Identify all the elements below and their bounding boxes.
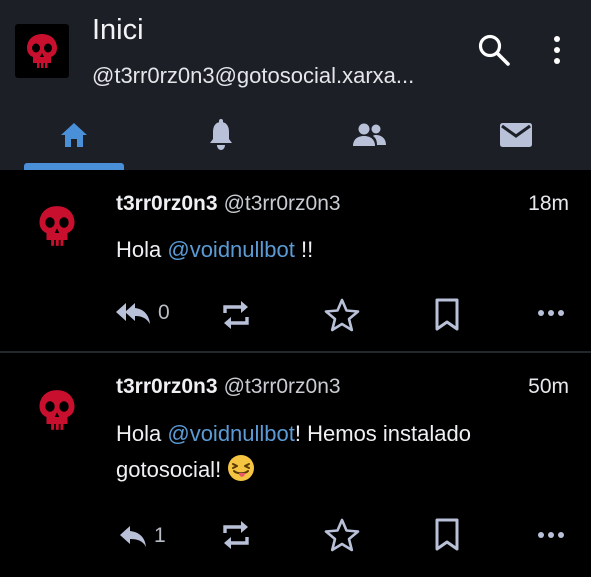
mention-link[interactable]: @voidnullbot (167, 421, 295, 446)
post-author[interactable]: t3rr0rz0n3 @t3rr0rz0n3 (116, 192, 341, 216)
post-text: !! (294, 237, 314, 262)
post-more-button[interactable] (537, 530, 565, 540)
tab-messages[interactable] (466, 100, 566, 170)
page-title: Inici (92, 14, 144, 46)
display-name: t3rr0rz0n3 (116, 192, 218, 215)
boost-button[interactable] (219, 298, 253, 332)
tab-home[interactable] (24, 100, 124, 170)
tab-notifications[interactable] (171, 100, 271, 170)
reply-count: 1 (154, 524, 166, 547)
post-more-button[interactable] (537, 308, 565, 318)
post-avatar[interactable] (35, 204, 79, 248)
favourite-button[interactable] (324, 298, 360, 332)
account-handle: @t3rr0rz0n3 (223, 192, 341, 215)
post-text: Hola (116, 237, 168, 262)
reply-button[interactable]: 1 (118, 524, 166, 548)
reply-all-icon (116, 303, 150, 324)
bookmark-icon (435, 518, 459, 551)
status-post[interactable]: t3rr0rz0n3 @t3rr0rz0n3 50m Hola @voidnull… (0, 353, 591, 577)
active-tab-indicator (24, 163, 124, 170)
reply-icon (120, 526, 146, 547)
reply-button[interactable]: 0 (114, 300, 170, 326)
more-options-button[interactable] (540, 30, 574, 70)
account-handle: @t3rr0rz0n3@gotosocial.xarxa... (92, 63, 415, 88)
favourite-button[interactable] (324, 518, 360, 552)
mention-link[interactable]: @voidnullbot (167, 237, 295, 262)
boost-button[interactable] (219, 518, 253, 552)
star-icon (324, 298, 360, 332)
star-icon (324, 518, 360, 552)
post-avatar[interactable] (35, 388, 79, 432)
boost-icon (223, 301, 249, 329)
skull-icon (27, 34, 57, 68)
tongue-out-emoji-icon (228, 455, 255, 481)
people-icon (353, 123, 386, 146)
search-button[interactable] (472, 30, 516, 70)
account-handle: @t3rr0rz0n3 (223, 375, 341, 398)
reply-count: 0 (158, 301, 170, 324)
boost-icon (223, 521, 249, 549)
tab-people[interactable] (319, 100, 419, 170)
horizontal-dots-icon (538, 310, 564, 316)
skull-icon (39, 206, 75, 246)
mail-icon (500, 123, 532, 147)
search-icon (478, 34, 510, 66)
bookmark-button[interactable] (433, 518, 461, 552)
post-content: Hola @voidnullbot !! (116, 232, 556, 268)
top-bar: Inici @t3rr0rz0n3@gotosocial.xarxa... (0, 0, 591, 170)
vertical-dots-icon (554, 36, 560, 64)
post-text: Hola (116, 421, 168, 446)
post-author[interactable]: t3rr0rz0n3 @t3rr0rz0n3 (116, 375, 341, 399)
bookmark-icon (435, 298, 459, 331)
tab-bar (0, 100, 591, 170)
post-timestamp[interactable]: 18m (528, 192, 569, 216)
post-timestamp[interactable]: 50m (528, 375, 569, 399)
horizontal-dots-icon (538, 532, 564, 538)
status-post[interactable]: t3rr0rz0n3 @t3rr0rz0n3 18m Hola @voidnull… (0, 170, 591, 351)
display-name: t3rr0rz0n3 (116, 375, 218, 398)
bell-icon (210, 119, 232, 150)
post-content: Hola @voidnullbot! Hemos instalado gotos… (116, 416, 556, 488)
bookmark-button[interactable] (433, 298, 461, 332)
account-avatar[interactable] (15, 24, 69, 78)
skull-icon (39, 390, 75, 430)
home-icon (61, 123, 87, 147)
